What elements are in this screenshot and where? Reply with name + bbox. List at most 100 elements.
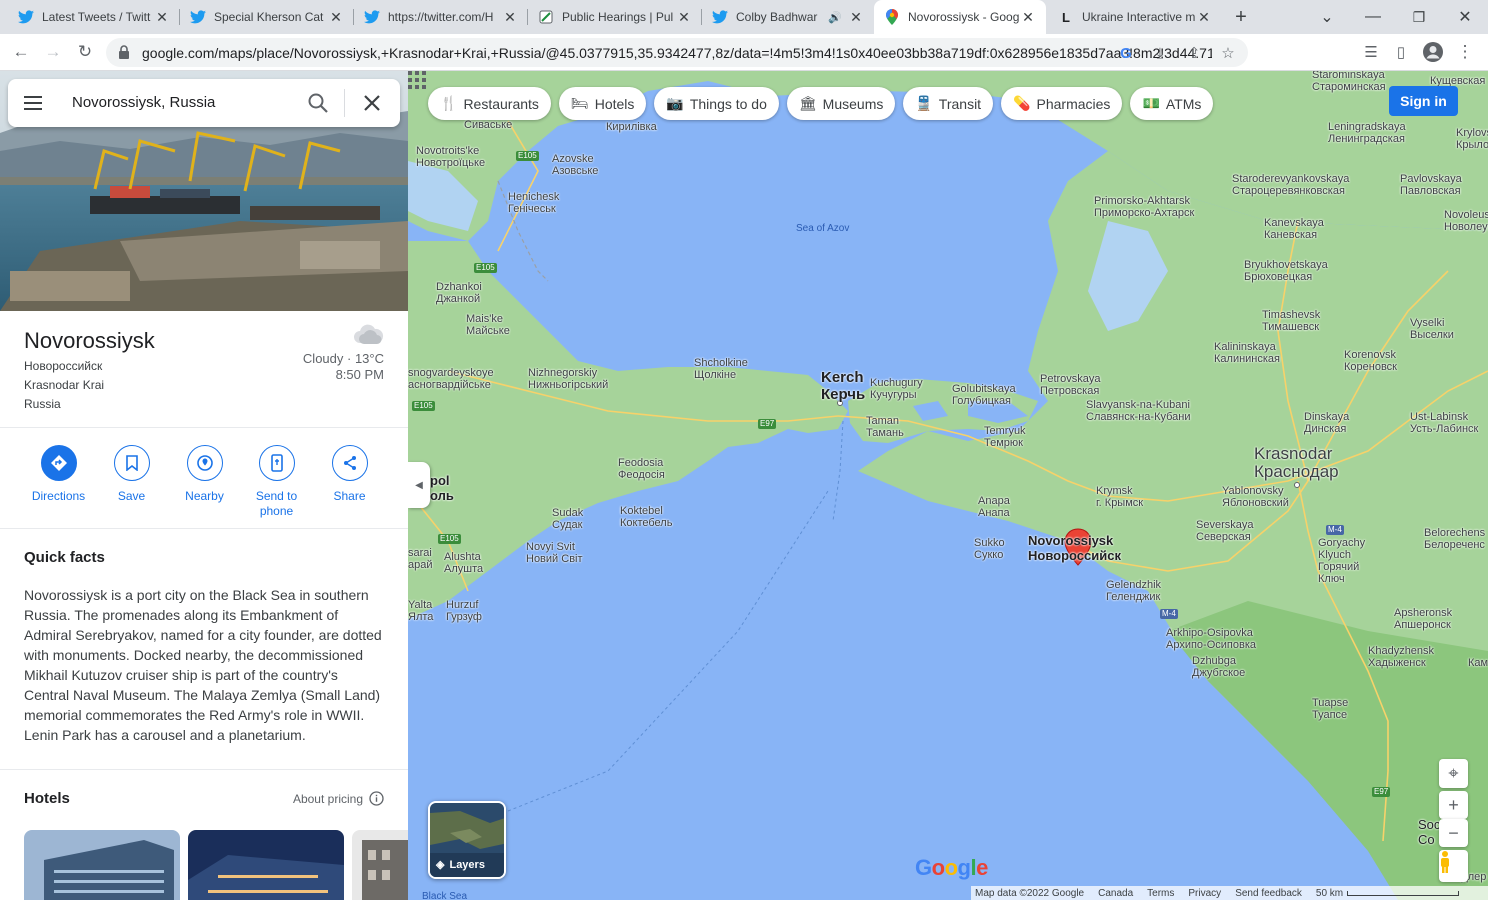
browser-tab[interactable]: https://twitter.com/H ✕ bbox=[354, 0, 528, 34]
map-label-kerch: Kerch Керчь bbox=[821, 369, 866, 403]
chip-restaurants[interactable]: 🍴 Restaurants bbox=[428, 87, 551, 120]
map-label: Ust-Labinsk Усть-Лабинск bbox=[1410, 411, 1479, 435]
close-search-icon[interactable] bbox=[360, 91, 384, 115]
chip-atms[interactable]: 💵 ATMs bbox=[1130, 87, 1214, 120]
profile-avatar-icon[interactable] bbox=[1420, 39, 1446, 65]
collapse-panel-button[interactable]: ◀ bbox=[408, 462, 430, 508]
browser-tab[interactable]: Latest Tweets / Twitt ✕ bbox=[8, 0, 180, 34]
apps-grid-icon[interactable] bbox=[408, 71, 426, 89]
sea-label: Black Sea bbox=[422, 891, 468, 900]
google-lens-icon[interactable]: G bbox=[1114, 41, 1138, 65]
category-chips: 🍴 Restaurants 🛏 Hotels 📷 Things to do 🏛 Muse… bbox=[428, 87, 1214, 120]
terms-link[interactable]: Terms bbox=[1147, 888, 1174, 899]
map-label: Sukko Сукко bbox=[974, 537, 1005, 561]
chip-museums[interactable]: 🏛 Museums bbox=[786, 87, 896, 120]
liveuamap-icon: L bbox=[1062, 9, 1070, 25]
url-text[interactable]: google.com/maps/place/Novorossiysk,+Kras… bbox=[142, 45, 1212, 61]
map-label: Novotroits'ke Новотроїцьке bbox=[416, 145, 486, 169]
tab-title: Public Hearings | Pul bbox=[562, 10, 674, 24]
layers-button[interactable]: ◈ Layers bbox=[428, 801, 506, 879]
map-label: Mais'ke Майське bbox=[466, 313, 510, 337]
minus-icon: − bbox=[1448, 822, 1459, 843]
browser-toolbar: ← → ↻ google.com/maps/place/Novorossiysk… bbox=[0, 34, 1488, 71]
chip-pharmacies[interactable]: 💊 Pharmacies bbox=[1001, 87, 1123, 120]
minimize-icon[interactable]: — bbox=[1360, 4, 1386, 30]
browser-tab-active[interactable]: Novorossiysk - Goog ✕ bbox=[874, 0, 1046, 34]
hotel-photo[interactable] bbox=[24, 830, 180, 900]
region-link[interactable]: Canada bbox=[1098, 888, 1133, 899]
menu-icon[interactable] bbox=[22, 92, 44, 114]
quick-facts-heading: Quick facts bbox=[24, 549, 105, 566]
browser-tab[interactable]: Colby Badhwar 🔊 ✕ bbox=[702, 0, 874, 34]
street-view-pegman[interactable] bbox=[1439, 850, 1468, 882]
road-shield: E97 bbox=[758, 419, 777, 429]
sign-in-button[interactable]: Sign in bbox=[1389, 86, 1458, 116]
chip-hotels[interactable]: 🛏 Hotels bbox=[558, 87, 647, 120]
map-label: Petrovskaya Петровская bbox=[1040, 373, 1101, 397]
browser-tab[interactable]: Public Hearings | Pul ✕ bbox=[528, 0, 702, 34]
close-icon[interactable]: ✕ bbox=[1020, 9, 1036, 25]
zoom-in-button[interactable]: + bbox=[1439, 791, 1468, 819]
share-page-icon[interactable]: ⇪ bbox=[1182, 41, 1206, 65]
privacy-link[interactable]: Privacy bbox=[1188, 888, 1221, 899]
send-to-phone-button[interactable]: Send to phone bbox=[240, 445, 313, 519]
tab-title: Special Kherson Cat bbox=[214, 10, 324, 24]
nearby-button[interactable]: Nearby bbox=[168, 445, 241, 504]
map-label: Azovske Азовське bbox=[552, 153, 599, 177]
browser-tab[interactable]: Special Kherson Cat ✕ bbox=[180, 0, 354, 34]
info-icon[interactable] bbox=[369, 791, 384, 806]
map-label: snogvardeyskoye асногвардійське bbox=[408, 367, 494, 391]
quick-facts-text: Novorossiysk is a port city on the Black… bbox=[24, 587, 382, 743]
cloudy-weather-icon bbox=[354, 324, 384, 344]
map-label: NovoleushkНоволеуш bbox=[1444, 209, 1488, 233]
close-icon[interactable]: ✕ bbox=[676, 9, 692, 25]
kebab-menu-icon[interactable]: ⋮ bbox=[1452, 39, 1478, 65]
my-location-button[interactable]: ⌖ bbox=[1439, 759, 1468, 788]
search-input[interactable]: Novorossiysk, Russia bbox=[72, 94, 215, 111]
close-icon[interactable]: ✕ bbox=[328, 9, 344, 25]
new-tab-plus-icon[interactable]: + bbox=[1228, 4, 1254, 30]
back-arrow-icon[interactable]: ← bbox=[8, 39, 34, 65]
map-label: Bryukhovetskaya Брюховецкая bbox=[1244, 259, 1328, 283]
map-label: Kuchugury Кучугуры bbox=[870, 377, 923, 401]
install-app-icon[interactable]: ⤓ bbox=[1148, 41, 1172, 65]
close-icon[interactable]: ✕ bbox=[848, 9, 864, 25]
hotel-photo[interactable] bbox=[188, 830, 344, 900]
map-label: Pavlovskaya Павловская bbox=[1400, 173, 1462, 197]
map-label: Leningradskaya Ленинградская bbox=[1328, 121, 1406, 145]
forward-arrow-icon[interactable]: → bbox=[40, 39, 66, 65]
side-panel-icon[interactable]: ▯ bbox=[1388, 39, 1414, 65]
save-button[interactable]: Save bbox=[95, 445, 168, 504]
action-bar: Directions Save Nearby Send to phone Sha… bbox=[0, 445, 408, 521]
window-close-icon[interactable]: ✕ bbox=[1452, 4, 1478, 30]
restore-icon[interactable]: ❐ bbox=[1406, 4, 1432, 30]
lock-icon[interactable] bbox=[118, 45, 130, 64]
reading-list-icon[interactable]: ☰ bbox=[1358, 39, 1384, 65]
browser-tab[interactable]: L Ukraine Interactive m ✕ bbox=[1048, 0, 1222, 34]
hotel-photo[interactable] bbox=[352, 830, 408, 900]
scale-indicator[interactable]: 50 km bbox=[1316, 888, 1460, 899]
close-icon[interactable]: ✕ bbox=[1196, 9, 1212, 25]
search-icon[interactable] bbox=[306, 91, 330, 115]
close-icon[interactable]: ✕ bbox=[154, 9, 170, 25]
address-bar[interactable]: google.com/maps/place/Novorossiysk,+Kras… bbox=[106, 38, 1248, 67]
map-label-novorossiysk: Novorossiysk Новороссийск bbox=[1028, 533, 1121, 563]
directions-icon bbox=[40, 445, 77, 481]
reload-icon[interactable]: ↻ bbox=[72, 39, 98, 65]
close-icon[interactable]: ✕ bbox=[502, 9, 518, 25]
speaker-icon[interactable]: 🔊 bbox=[828, 11, 842, 24]
send-feedback-link[interactable]: Send feedback bbox=[1235, 888, 1302, 899]
tab-search-chevron-icon[interactable]: ⌄ bbox=[1314, 4, 1340, 30]
bookmark-star-icon[interactable]: ☆ bbox=[1216, 41, 1240, 65]
place-local-name: Новороссийск bbox=[24, 359, 103, 373]
chip-things-to-do[interactable]: 📷 Things to do bbox=[654, 87, 779, 120]
about-pricing[interactable]: About pricing bbox=[293, 791, 384, 806]
chip-transit[interactable]: 🚆 Transit bbox=[903, 87, 994, 120]
share-label: Share bbox=[333, 489, 366, 503]
zoom-out-button[interactable]: − bbox=[1439, 819, 1468, 847]
chevron-left-icon: ◀ bbox=[415, 479, 423, 491]
share-button[interactable]: Share bbox=[313, 445, 386, 504]
directions-button[interactable]: Directions bbox=[22, 445, 95, 504]
map-label: Arkhipo-Osipovka Архипо-Осиповка bbox=[1166, 627, 1257, 651]
map-canvas[interactable]: Сиваське Кирилівка Novotroits'ke Новотрої… bbox=[408, 71, 1488, 900]
